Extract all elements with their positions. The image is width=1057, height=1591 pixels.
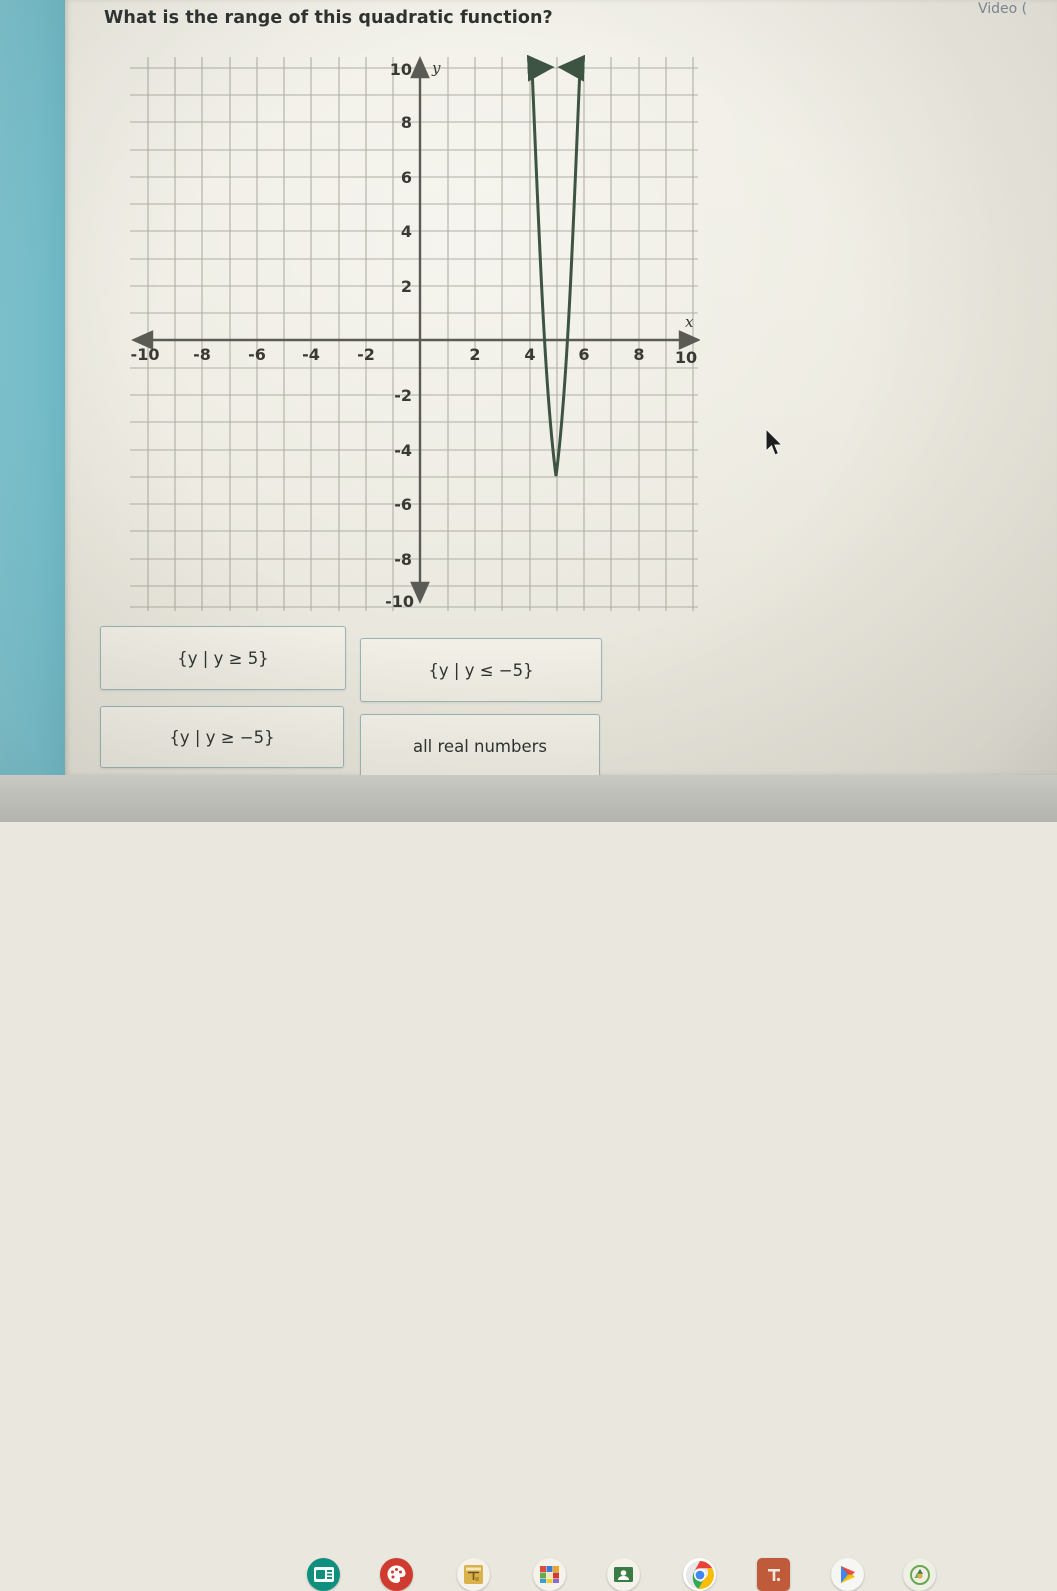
y-axis xyxy=(410,56,430,604)
answer-options-group: {y | y ≥ 5} {y | y ≤ −5} {y | y ≥ −5} al… xyxy=(100,626,602,778)
y-axis-label: y xyxy=(431,59,441,77)
svg-text:8: 8 xyxy=(401,113,412,132)
media-player-icon[interactable] xyxy=(307,1558,340,1591)
parabola-curve xyxy=(526,55,586,477)
answer-option-c[interactable]: {y | y ≥ −5} xyxy=(100,706,344,768)
svg-text:-6: -6 xyxy=(394,495,412,514)
svg-text:4: 4 xyxy=(401,222,412,241)
svg-text:10: 10 xyxy=(675,348,697,367)
svg-text:-8: -8 xyxy=(193,345,211,364)
x-axis xyxy=(131,330,700,350)
svg-text:2: 2 xyxy=(469,345,480,364)
quadratic-graph: x y -10 -8 -6 -4 -2 2 4 6 8 10 10 8 6 4 xyxy=(120,55,700,613)
recycle-app-icon[interactable] xyxy=(903,1558,936,1591)
svg-text:-4: -4 xyxy=(302,345,320,364)
paint-palette-icon[interactable] xyxy=(380,1558,413,1591)
mouse-cursor-icon xyxy=(765,428,784,456)
texas-app-icon[interactable] xyxy=(757,1558,790,1591)
chromeos-shelf xyxy=(0,775,1057,1591)
play-store-icon[interactable] xyxy=(831,1558,864,1591)
answer-option-c-label: {y | y ≥ −5} xyxy=(169,727,275,747)
google-classroom-icon[interactable] xyxy=(607,1558,640,1591)
svg-text:6: 6 xyxy=(578,345,589,364)
svg-text:-10: -10 xyxy=(385,592,414,611)
photographed-page: What is the range of this quadratic func… xyxy=(0,0,1057,822)
svg-text:10: 10 xyxy=(390,60,412,79)
svg-text:6: 6 xyxy=(401,168,412,187)
svg-text:-10: -10 xyxy=(131,345,160,364)
notes-app-icon[interactable] xyxy=(457,1558,490,1591)
x-axis-label: x xyxy=(685,313,694,331)
svg-text:-6: -6 xyxy=(248,345,266,364)
answer-option-b-label: {y | y ≤ −5} xyxy=(428,660,534,680)
x-tick-labels: -10 -8 -6 -4 -2 2 4 6 8 10 xyxy=(131,345,698,367)
answer-option-a[interactable]: {y | y ≥ 5} xyxy=(100,626,346,690)
left-sidebar-panel xyxy=(0,0,65,775)
answer-option-d-label: all real numbers xyxy=(412,736,548,756)
graph-gridlines xyxy=(130,57,698,611)
svg-text:-2: -2 xyxy=(394,386,412,405)
question-prompt: What is the range of this quadratic func… xyxy=(104,8,553,28)
svg-text:2: 2 xyxy=(401,277,412,296)
photos-grid-icon[interactable] xyxy=(533,1558,566,1591)
chrome-icon[interactable] xyxy=(683,1558,716,1591)
svg-text:-4: -4 xyxy=(394,441,412,460)
svg-text:4: 4 xyxy=(524,345,535,364)
svg-text:-2: -2 xyxy=(357,345,375,364)
answer-option-b[interactable]: {y | y ≤ −5} xyxy=(360,638,602,702)
answer-option-d[interactable]: all real numbers xyxy=(360,714,600,778)
svg-text:-8: -8 xyxy=(394,550,412,569)
svg-text:8: 8 xyxy=(633,345,644,364)
video-link[interactable]: Video ( xyxy=(978,1,1027,17)
y-tick-labels: 10 8 6 4 2 -2 -4 -6 -8 -10 xyxy=(385,60,414,611)
answer-option-a-label: {y | y ≥ 5} xyxy=(177,648,269,668)
